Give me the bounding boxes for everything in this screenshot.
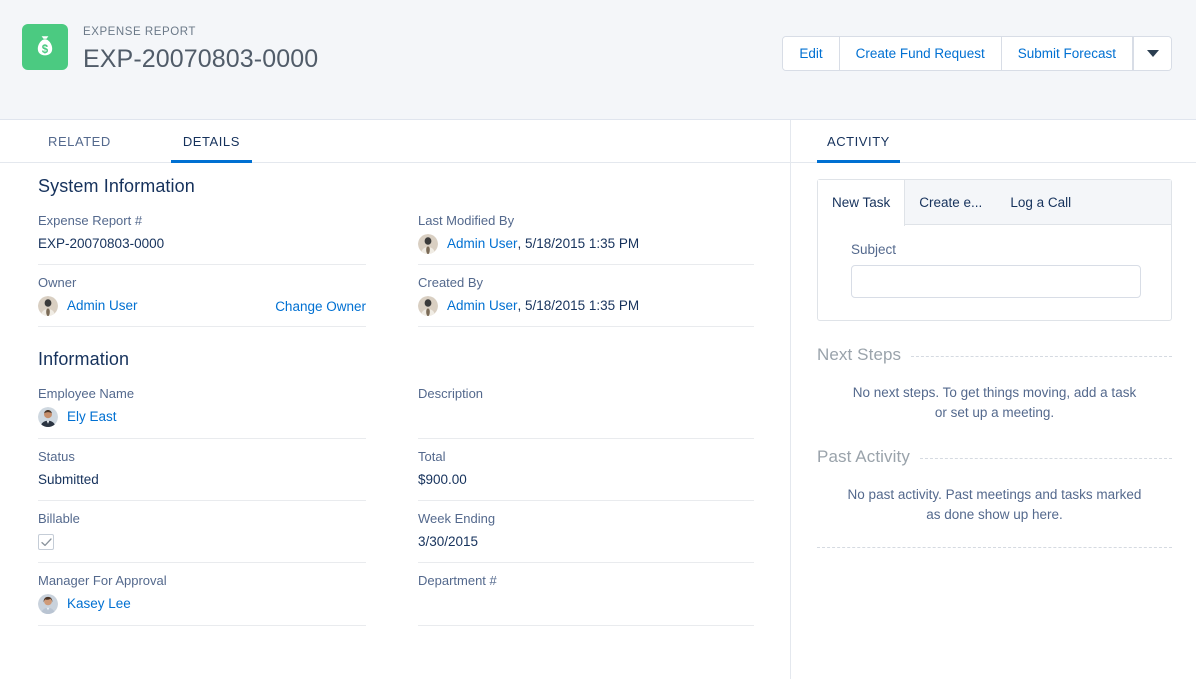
composer-tab-create-email[interactable]: Create e... — [905, 180, 996, 224]
created-by-link[interactable]: Admin User — [447, 296, 518, 316]
field-value — [418, 407, 754, 427]
record-body: RELATED DETAILS System Information Expen… — [0, 120, 1196, 679]
composer-tab-new-task[interactable]: New Task — [818, 179, 906, 226]
composer-tab-log-a-call[interactable]: Log a Call — [996, 180, 1085, 224]
record-actions: Edit Create Fund Request Submit Forecast — [782, 36, 1172, 71]
field-value: Admin User , 5/18/2015 1:35 PM — [418, 234, 754, 254]
page-title: EXP-20070803-0000 — [83, 45, 319, 73]
field-label: Description — [418, 386, 484, 401]
past-activity-empty-message: No past activity. Past meetings and task… — [847, 487, 1142, 522]
admin-user-avatar — [418, 234, 438, 254]
chevron-down-icon — [1146, 50, 1159, 57]
admin-user-avatar — [38, 296, 58, 316]
field-value: Ely East — [38, 407, 366, 427]
owner-link[interactable]: Admin User — [67, 296, 138, 316]
field-billable: Billable — [38, 501, 366, 563]
information-grid: Employee Name Ely East Status Submitted … — [0, 376, 790, 626]
past-activity-header: Past Activity — [817, 447, 1172, 467]
submit-forecast-button[interactable]: Submit Forecast — [1001, 37, 1133, 70]
field-value: Submitted — [38, 472, 99, 487]
section-title-system-information: System Information — [38, 176, 195, 196]
field-status: Status Submitted — [38, 439, 366, 501]
field-label: Manager For Approval — [38, 573, 167, 588]
subject-label: Subject — [851, 242, 897, 257]
field-manager-for-approval: Manager For Approval Kasey Lee — [38, 563, 366, 626]
field-label: Billable — [38, 511, 80, 526]
employee-name-link[interactable]: Ely East — [67, 407, 117, 427]
field-expense-report-number: Expense Report # EXP-20070803-0000 — [38, 203, 366, 265]
field-value: 3/30/2015 — [418, 534, 479, 549]
divider — [817, 547, 1172, 548]
field-label: Owner — [38, 275, 77, 290]
field-value — [418, 594, 754, 614]
field-description: Description — [418, 376, 754, 439]
field-label: Total — [418, 449, 446, 464]
last-modified-by-link[interactable]: Admin User — [447, 234, 518, 254]
field-label: Week Ending — [418, 511, 496, 526]
detail-tabs: RELATED DETAILS — [0, 120, 790, 163]
created-timestamp: , 5/18/2015 1:35 PM — [517, 298, 640, 313]
past-activity-title: Past Activity — [817, 447, 910, 466]
composer-body: Subject — [818, 225, 1171, 320]
next-steps-header: Next Steps — [817, 345, 1172, 365]
field-label: Status — [38, 449, 75, 464]
field-label: Expense Report # — [38, 213, 143, 228]
tab-activity[interactable]: ACTIVITY — [817, 134, 900, 163]
field-label: Department # — [418, 573, 497, 588]
section-title-information: Information — [38, 349, 130, 369]
field-owner: Owner Admin User Change Owner — [38, 265, 366, 327]
field-value — [38, 532, 366, 552]
create-fund-request-button[interactable]: Create Fund Request — [839, 37, 1002, 70]
subject-input[interactable] — [851, 265, 1141, 298]
field-department-number: Department # — [418, 563, 754, 626]
last-modified-timestamp: , 5/18/2015 1:35 PM — [517, 236, 640, 251]
activity-composer: New Task Create e... Log a Call Subject — [817, 179, 1172, 321]
edit-button[interactable]: Edit — [783, 37, 840, 70]
manager-for-approval-link[interactable]: Kasey Lee — [67, 594, 131, 614]
ely-east-avatar — [38, 407, 58, 427]
divider — [911, 356, 1172, 357]
divider — [919, 458, 1172, 459]
field-value: EXP-20070803-0000 — [38, 236, 165, 251]
tab-related[interactable]: RELATED — [36, 134, 123, 163]
system-information-grid: Expense Report # EXP-20070803-0000 Owner — [0, 203, 790, 327]
composer-tabs: New Task Create e... Log a Call — [818, 179, 1171, 226]
kasey-lee-avatar — [38, 594, 58, 614]
activity-panel: ACTIVITY New Task Create e... Log a Call… — [791, 120, 1196, 679]
record-type-label: EXPENSE REPORT — [83, 26, 196, 38]
field-last-modified-by: Last Modified By Admin User , 5/18/2015 … — [418, 203, 754, 265]
admin-user-avatar — [418, 296, 438, 316]
next-steps-empty-message: No next steps. To get things moving, add… — [852, 385, 1137, 420]
billable-checkbox[interactable] — [38, 534, 54, 550]
record-page: $ EXPENSE REPORT EXP-20070803-0000 Edit … — [0, 0, 1196, 679]
field-label: Last Modified By — [418, 213, 515, 228]
next-steps-title: Next Steps — [817, 345, 902, 364]
field-label: Employee Name — [38, 386, 135, 401]
activity-tabs: ACTIVITY — [791, 120, 1196, 163]
field-week-ending: Week Ending 3/30/2015 — [418, 501, 754, 563]
money-bag-icon: $ — [22, 24, 68, 70]
field-value: $900.00 — [418, 472, 467, 487]
field-total: Total $900.00 — [418, 439, 754, 501]
details-panel: RELATED DETAILS System Information Expen… — [0, 120, 791, 679]
field-employee-name: Employee Name Ely East — [38, 376, 366, 439]
svg-text:$: $ — [42, 44, 49, 56]
field-created-by: Created By Admin User , 5/18/2015 1:35 P… — [418, 265, 754, 327]
field-label: Created By — [418, 275, 484, 290]
change-owner-link[interactable]: Change Owner — [275, 299, 366, 314]
field-value: Kasey Lee — [38, 594, 366, 614]
field-value: Admin User , 5/18/2015 1:35 PM — [418, 296, 754, 316]
tab-details[interactable]: DETAILS — [170, 134, 252, 163]
record-header: $ EXPENSE REPORT EXP-20070803-0000 Edit … — [0, 0, 1196, 120]
more-actions-button[interactable] — [1133, 37, 1171, 70]
